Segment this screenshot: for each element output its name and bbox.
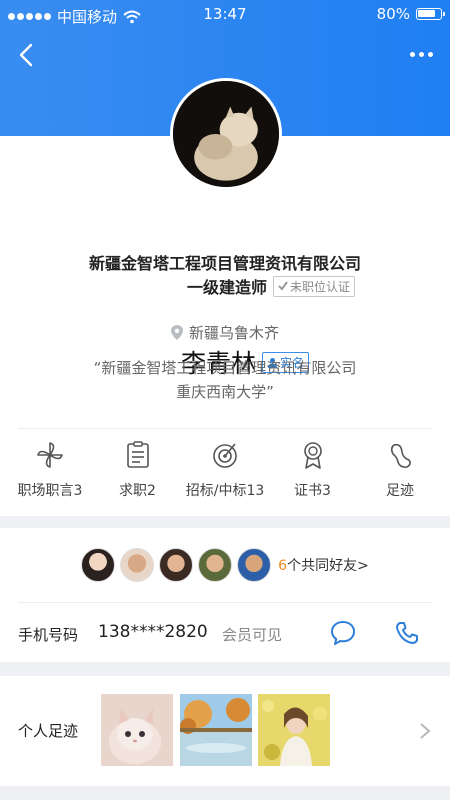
phone-row: 手机号码 138****2820 会员可见 <box>0 612 450 656</box>
stat-bids[interactable]: 招标/中标13 <box>183 440 267 510</box>
footprint-photo[interactable] <box>258 694 330 766</box>
stat-footprint[interactable]: 足迹 <box>358 440 442 510</box>
unverified-badge-label: 未职位认证 <box>290 279 351 294</box>
pinwheel-icon <box>37 442 63 468</box>
friend-avatar <box>120 548 155 582</box>
award-icon <box>303 442 322 469</box>
friend-avatar <box>198 548 233 582</box>
footprint-icon <box>390 443 411 468</box>
back-arrow-icon[interactable] <box>12 40 42 70</box>
status-right: 80% <box>376 5 445 23</box>
stat-certificates[interactable]: 证书3 <box>271 440 355 510</box>
footprint-row[interactable]: 个人足迹 <box>0 676 450 786</box>
footprint-photo[interactable] <box>101 694 173 766</box>
mutual-friends[interactable]: 6个共同好友> <box>0 548 450 582</box>
divider <box>18 602 432 603</box>
phone-icon <box>396 622 418 644</box>
more-dots-icon[interactable] <box>404 44 438 64</box>
message-button[interactable] <box>330 620 356 646</box>
stat-label: 求职2 <box>119 483 156 499</box>
mutual-friends-count: 6 <box>278 558 288 574</box>
flower-field-photo <box>258 694 330 766</box>
job-title-row: 一级建造师 未职位认证 <box>0 274 450 298</box>
unverified-badge[interactable]: 未职位认证 <box>273 275 356 297</box>
battery-icon <box>416 8 445 20</box>
location-row: 新疆乌鲁木齐 <box>0 322 450 343</box>
footprint-photo[interactable] <box>180 694 252 766</box>
status-bar: 中国移动 13:47 80% <box>0 0 450 30</box>
check-icon <box>278 281 288 291</box>
target-icon <box>213 443 237 468</box>
kitten-photo <box>101 694 173 766</box>
battery-percent: 80% <box>376 5 410 23</box>
avatar[interactable] <box>170 78 282 190</box>
location-pin-icon <box>170 325 183 340</box>
stat-job-hunting[interactable]: 求职2 <box>96 440 180 510</box>
quote-line-2: 重庆西南大学” <box>176 383 274 401</box>
phone-visibility-note: 会员可见 <box>222 626 283 644</box>
quote-line-1: “新疆金智塔工程项目管理资讯有限公司 <box>93 359 357 377</box>
lake-photo <box>180 694 252 766</box>
clipboard-icon <box>126 441 149 468</box>
friend-avatar <box>237 548 272 582</box>
stat-label: 证书3 <box>294 483 331 499</box>
chat-bubble-icon <box>331 621 355 645</box>
contact-card: 6个共同好友> 手机号码 138****2820 会员可见 <box>0 528 450 662</box>
mutual-friends-label: 6个共同好友> <box>278 555 369 575</box>
chevron-right-icon <box>420 723 431 739</box>
cat-photo <box>173 81 279 187</box>
job-title: 一级建造师 <box>186 278 267 297</box>
company-name: 新疆金智塔工程项目管理资讯有限公司 <box>88 254 361 273</box>
call-button[interactable] <box>394 620 420 646</box>
stats-bar: 职场职言3 求职2 招标/中标13 证书3 足迹 <box>0 440 450 510</box>
stat-label: 招标/中标13 <box>185 483 265 499</box>
location-text: 新疆乌鲁木齐 <box>188 324 279 342</box>
stat-label: 职场职言3 <box>17 483 83 499</box>
friend-avatar <box>159 548 194 582</box>
mutual-friends-text: 个共同好友> <box>287 558 369 574</box>
phone-label: 手机号码 <box>18 626 79 644</box>
divider <box>18 428 432 429</box>
phone-number: 138****2820 <box>98 622 208 642</box>
footprint-label: 个人足迹 <box>18 722 79 740</box>
friend-avatar <box>81 548 116 582</box>
stat-career-posts[interactable]: 职场职言3 <box>8 440 92 510</box>
profile-quote: “新疆金智塔工程项目管理资讯有限公司 重庆西南大学” <box>0 356 450 404</box>
stat-label: 足迹 <box>386 483 414 499</box>
